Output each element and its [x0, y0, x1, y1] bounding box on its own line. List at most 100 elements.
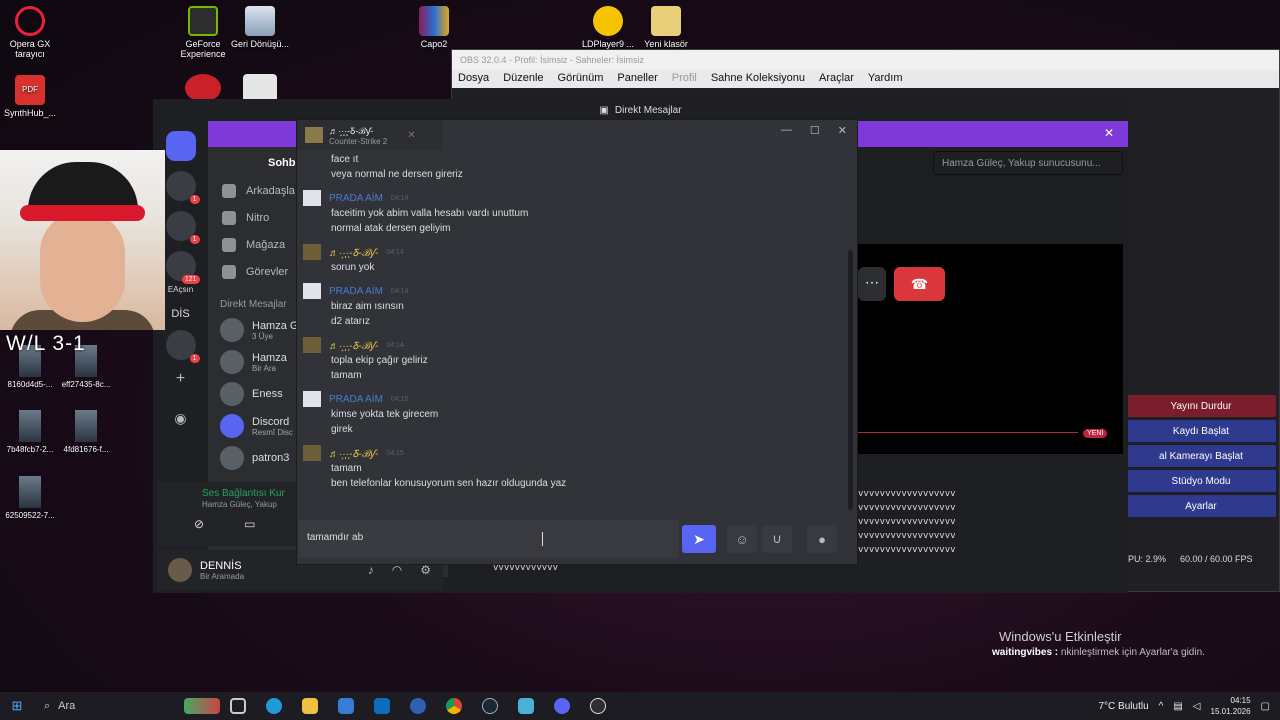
headset-icon[interactable]: ◠ [392, 563, 402, 577]
search-input[interactable]: Hamza Güleç, Yakup sunucusunu... [933, 151, 1123, 175]
desktop-file[interactable]: 7b48fcb7-2... [0, 410, 60, 454]
explore-icon[interactable]: ◉ [166, 410, 196, 440]
message-author[interactable]: PRADA AİM [329, 193, 383, 204]
close-tab-icon[interactable]: ✕ [407, 130, 415, 141]
message-group: PRADA AİM 04:14 biraz aim ısınsın d2 atarız [303, 283, 843, 329]
avatar[interactable] [303, 337, 321, 353]
avatar[interactable] [303, 244, 321, 260]
desktop-icon-opera-gx[interactable]: Opera GX tarayıcı [0, 6, 60, 60]
discord-home-icon[interactable] [165, 131, 196, 161]
close-icon[interactable]: ✕ [1104, 126, 1114, 140]
camera-off-icon[interactable]: ⊘ [194, 517, 204, 531]
desktop-icon-capo2[interactable]: Capo2 [404, 6, 464, 49]
notifications-icon[interactable]: ▢ [1261, 701, 1270, 712]
image-file-icon [75, 410, 97, 442]
avatar[interactable] [303, 391, 321, 407]
gear-icon[interactable]: ⚙ [420, 563, 431, 577]
hang-up-button[interactable]: ☎ [894, 267, 945, 301]
scrollbar[interactable] [848, 250, 853, 510]
message-input[interactable]: tamamdır ab [299, 520, 679, 558]
message-text: kimse yokta tek girecem [331, 409, 439, 420]
close-icon[interactable]: ✕ [838, 124, 847, 137]
obs-menu-item[interactable]: Profil [672, 72, 697, 86]
message-text: normal atak dersen geliyim [331, 223, 451, 234]
desktop-icon-ldplayer[interactable]: LDPlayer9 ... [578, 6, 638, 49]
streamer-tag: waitingvibes : [992, 647, 1059, 658]
winrar-icon [419, 6, 449, 36]
mention-badge: 1 [189, 354, 200, 363]
message-text: girek [331, 424, 353, 435]
obs-menu-item[interactable]: Araçlar [819, 72, 854, 86]
steam-icon[interactable] [472, 693, 508, 719]
image-file-icon [19, 476, 41, 508]
obs-icon[interactable] [580, 693, 616, 719]
desktop-icon-label: GeForce Experience [180, 39, 226, 60]
add-server-icon[interactable]: + [166, 370, 196, 400]
obs-menu-item[interactable]: Düzenle [503, 72, 543, 86]
desktop-icon-synthhub[interactable]: PDF SynthHub_... [0, 75, 60, 118]
message-author[interactable]: ♬·͙·̩̩·̩̩-Ᵹ-ℬƴ- [329, 446, 378, 460]
virtual-camera-button[interactable]: al Kamerayı Başlat [1126, 445, 1276, 467]
studio-mode-button[interactable]: Stüdyo Modu [1126, 470, 1276, 492]
screen-share-icon[interactable]: ▭ [244, 517, 255, 531]
chevron-up-icon[interactable]: ^ [1159, 701, 1164, 712]
message-author[interactable]: ♬·͙·̩̩·̩̩-Ᵹ-ℬƴ- [329, 338, 378, 352]
taskbar-search[interactable]: ⌕ Ara [34, 700, 184, 713]
server-icon[interactable]: 1 [165, 171, 200, 204]
obs-menu-item[interactable]: Dosya [458, 72, 489, 86]
desktop-icon-recycle-bin[interactable]: Geri Dönüşü... [230, 6, 290, 49]
obs-menu-item[interactable]: Sahne Koleksiyonu [711, 72, 805, 86]
desktop-icon-geforce[interactable]: GeForce Experience [173, 6, 233, 60]
server-icon[interactable]: 121 [165, 251, 200, 284]
file-explorer-icon[interactable] [292, 693, 328, 719]
avatar[interactable] [303, 283, 321, 299]
outlook-icon[interactable] [364, 693, 400, 719]
network-icon[interactable]: ▤ [1173, 701, 1182, 712]
capcut-icon[interactable] [243, 74, 277, 102]
clock[interactable]: 04:15 15.01.2026 [1211, 695, 1251, 717]
attachment-icon[interactable]: ∪ [762, 525, 792, 553]
avatar[interactable] [303, 445, 321, 461]
avatar[interactable] [303, 190, 321, 206]
image-file-icon [19, 410, 41, 442]
popout-tab[interactable]: ♬·͙·̩̩·̩̩-Ᵹ-ℬƴ- Counter-Strike 2 ✕ [297, 120, 442, 150]
app-icon[interactable] [508, 693, 544, 719]
edge-icon[interactable] [256, 693, 292, 719]
windows-start-icon[interactable]: ⊞ [0, 698, 34, 714]
maximize-icon[interactable]: ☐ [810, 124, 820, 137]
file-label: 62509522-7... [5, 511, 55, 520]
taskbar-widget[interactable] [184, 693, 220, 719]
task-view-icon[interactable] [220, 693, 256, 719]
store-icon[interactable] [328, 693, 364, 719]
desktop-icon-new-folder[interactable]: Yeni klasör [636, 6, 696, 49]
app-icon[interactable] [185, 74, 221, 102]
message-author[interactable]: PRADA AİM [329, 286, 383, 297]
discord-icon[interactable] [544, 693, 580, 719]
obs-menu-item[interactable]: Görünüm [558, 72, 604, 86]
desktop-file[interactable]: 62509522-7... [0, 476, 60, 520]
chrome-icon[interactable] [436, 693, 472, 719]
message-author[interactable]: ♬·͙·̩̩·̩̩-Ᵹ-ℬƴ- [329, 245, 378, 259]
server-icon[interactable]: 1 [165, 330, 200, 363]
weather-widget[interactable]: 7°C Bulutlu [1099, 701, 1149, 712]
desktop-icon-label: Yeni klasör [644, 39, 688, 49]
send-button[interactable]: ➤ [682, 525, 716, 553]
obs-menu-item[interactable]: Yardım [868, 72, 903, 86]
dm-name: Discord [252, 415, 290, 428]
sticker-icon[interactable]: ● [807, 525, 837, 553]
minimize-icon[interactable]: — [781, 124, 792, 137]
app-icon[interactable] [400, 693, 436, 719]
obs-menu-item[interactable]: Paneller [617, 72, 657, 86]
avatar[interactable] [168, 558, 192, 582]
start-recording-button[interactable]: Kaydı Başlat [1126, 420, 1276, 442]
more-options-button[interactable]: ⋯ [858, 267, 886, 301]
server-icon[interactable]: 1 [165, 211, 200, 244]
message-author[interactable]: PRADA AİM [329, 394, 383, 405]
settings-button[interactable]: Ayarlar [1126, 495, 1276, 517]
volume-icon[interactable]: ◁ [1193, 701, 1201, 712]
stream-line: vvvvvvvvvvvvvvvvvv [858, 517, 956, 527]
emoji-icon[interactable]: ☺ [727, 525, 757, 553]
desktop-file[interactable]: 4fd81676-f... [56, 410, 116, 454]
microphone-icon[interactable]: ♪ [368, 563, 374, 577]
stop-streaming-button[interactable]: Yayını Durdur [1126, 395, 1276, 417]
